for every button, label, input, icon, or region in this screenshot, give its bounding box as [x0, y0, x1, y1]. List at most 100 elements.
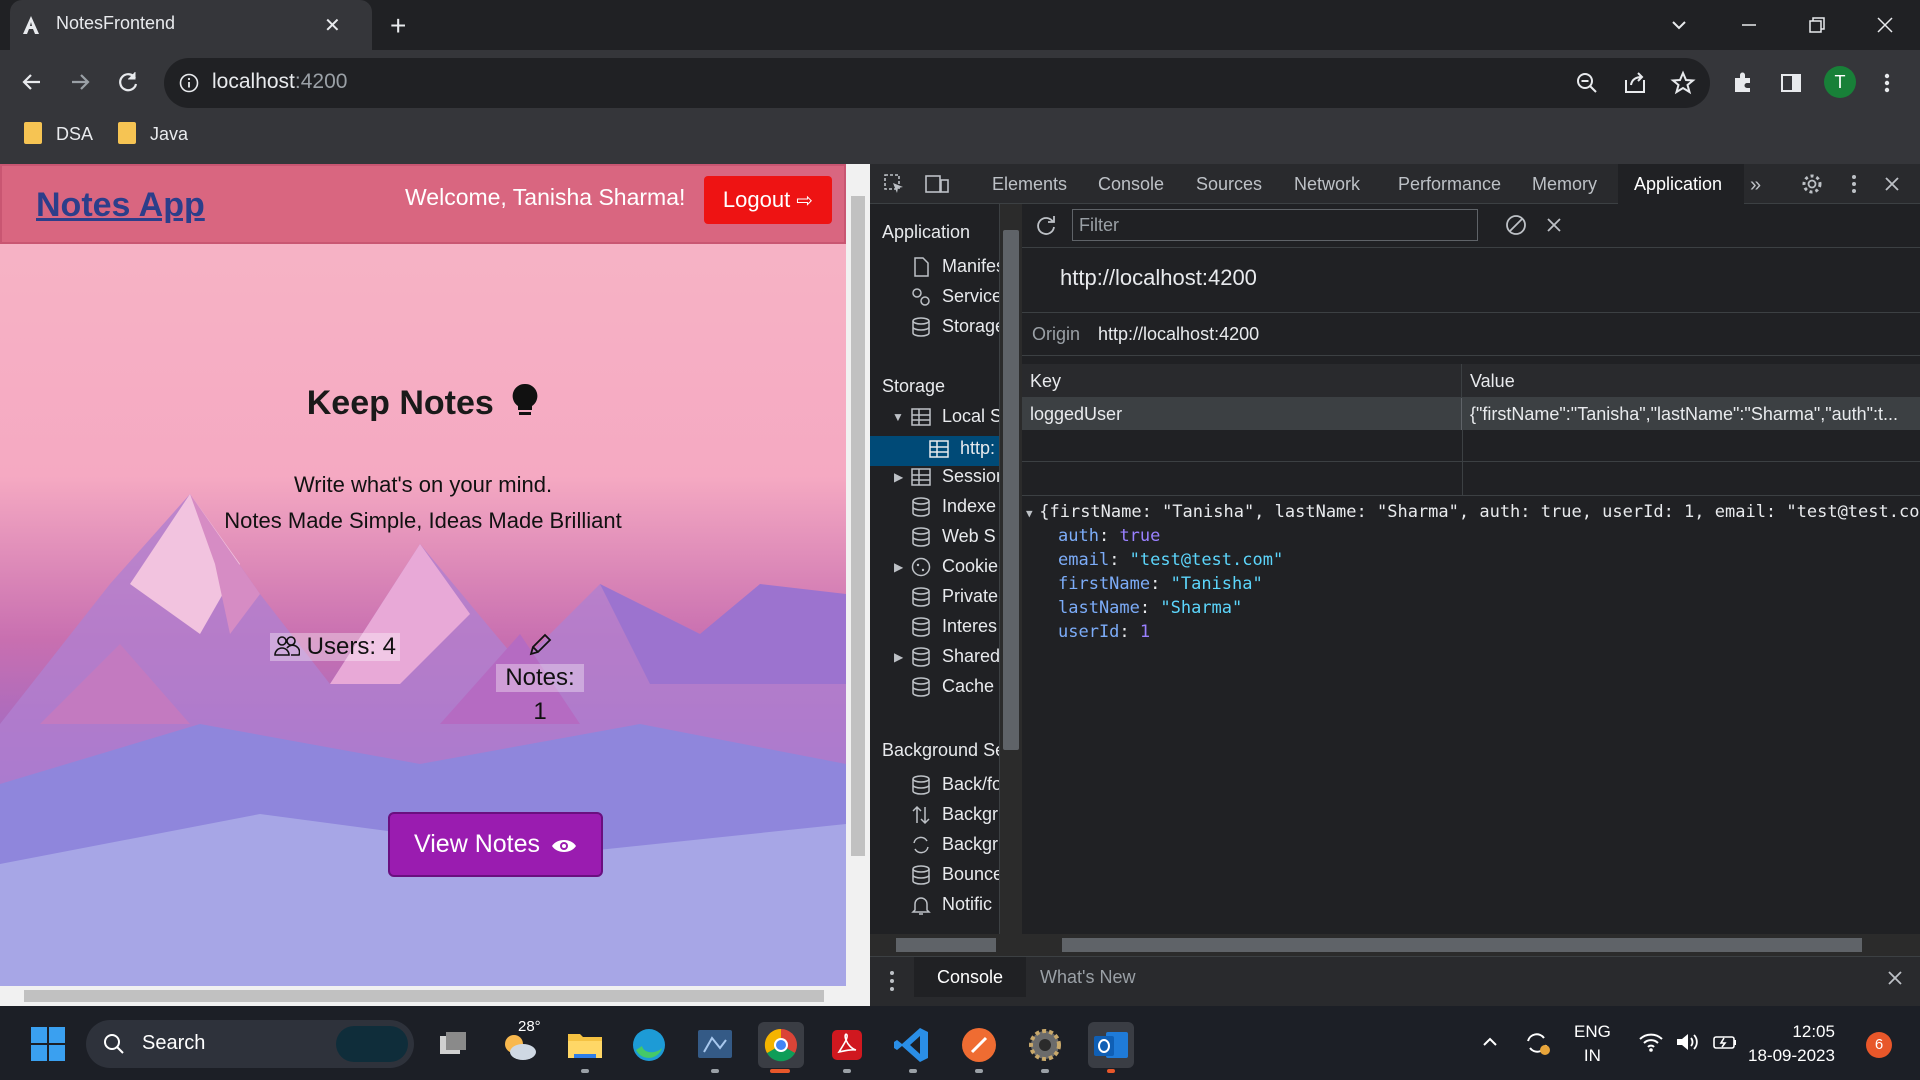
sidebar-item-shared-storage[interactable]: Shared — [942, 646, 999, 667]
expand-arrow-icon[interactable]: ▼ — [1026, 507, 1039, 520]
tab-performance[interactable]: Performance — [1398, 174, 1501, 195]
refresh-icon[interactable] — [1034, 213, 1058, 237]
forward-icon[interactable] — [66, 68, 94, 96]
sidebar-item-cache-storage[interactable]: Cache — [942, 676, 994, 697]
close-devtools-icon[interactable] — [1880, 172, 1904, 196]
filter-input[interactable]: Filter — [1072, 209, 1478, 241]
battery-icon[interactable] — [1712, 1030, 1738, 1054]
close-window-icon[interactable] — [1870, 10, 1900, 40]
address-bar[interactable] — [164, 58, 1710, 108]
tab-memory[interactable]: Memory — [1532, 174, 1597, 195]
bookmark-dsa[interactable]: DSA — [24, 122, 93, 145]
task-view-icon[interactable] — [430, 1022, 476, 1068]
sidebar-item-web-sql[interactable]: Web S — [942, 526, 996, 547]
extensions-icon[interactable] — [1730, 70, 1756, 96]
collapse-arrow-icon[interactable]: ▶ — [894, 560, 903, 574]
bookmark-star-icon[interactable] — [1670, 70, 1696, 96]
back-icon[interactable] — [18, 68, 46, 96]
table-row[interactable]: loggedUser {"firstName":"Tanisha","lastN… — [1022, 398, 1920, 430]
inspect-element-icon[interactable] — [882, 172, 906, 196]
profile-avatar[interactable]: T — [1824, 66, 1856, 98]
chrome-icon[interactable] — [758, 1022, 804, 1068]
collapse-arrow-icon[interactable]: ▶ — [894, 650, 903, 664]
sidebar-item-manifest[interactable]: Manifest — [942, 256, 999, 277]
page-vertical-scrollbar[interactable] — [846, 164, 870, 986]
sidebar-item-background-sync[interactable]: Backgr — [942, 834, 998, 855]
more-tabs-icon[interactable]: » — [1750, 174, 1761, 197]
edge-browser-icon[interactable] — [626, 1022, 672, 1068]
sidebar-item-session-storage[interactable]: Session — [942, 466, 999, 487]
devtools-horizontal-scrollbar[interactable] — [870, 934, 1920, 956]
sidebar-scrollbar-thumb[interactable] — [1003, 230, 1019, 750]
language-indicator[interactable]: ENG IN — [1574, 1020, 1611, 1068]
tab-network[interactable]: Network — [1294, 174, 1360, 195]
view-notes-button[interactable]: View Notes — [388, 812, 603, 877]
drawer-menu-icon[interactable] — [888, 969, 896, 993]
collapse-arrow-icon[interactable]: ▶ — [894, 470, 903, 484]
sidebar-item-back-forward-cache[interactable]: Back/fo — [942, 774, 999, 795]
site-info-icon[interactable] — [178, 72, 200, 94]
restore-icon[interactable] — [1802, 10, 1832, 40]
scrollbar-thumb[interactable] — [896, 938, 996, 952]
sidebar-item-storage[interactable]: Storage — [942, 316, 999, 337]
logout-button[interactable]: Logout ⇨ — [704, 176, 832, 224]
settings-gear-icon[interactable] — [1800, 172, 1824, 196]
scrollbar-thumb[interactable] — [24, 990, 824, 1002]
delete-selected-icon[interactable] — [1542, 213, 1566, 237]
wifi-icon[interactable] — [1638, 1030, 1664, 1054]
volume-icon[interactable] — [1674, 1030, 1700, 1054]
postman-icon[interactable] — [956, 1022, 1002, 1068]
drawer-tab-whats-new[interactable]: What's New — [1020, 957, 1135, 997]
sidebar-item-local-storage[interactable]: Local S — [942, 406, 999, 427]
page-horizontal-scrollbar[interactable] — [0, 986, 870, 1006]
tab-sources[interactable]: Sources — [1196, 174, 1262, 195]
windows-start-icon[interactable] — [30, 1026, 66, 1062]
chrome-menu-icon[interactable] — [1874, 70, 1900, 96]
sidebar-item-indexeddb[interactable]: Indexe — [942, 496, 996, 517]
reload-icon[interactable] — [114, 68, 142, 96]
new-tab-icon[interactable]: + — [390, 10, 406, 42]
tab-elements[interactable]: Elements — [992, 174, 1067, 195]
close-drawer-icon[interactable] — [1884, 967, 1906, 989]
device-toolbar-icon[interactable] — [924, 172, 950, 196]
bookmark-java[interactable]: Java — [118, 122, 188, 145]
settings-app-icon[interactable] — [1022, 1022, 1068, 1068]
scrollbar-thumb[interactable] — [1062, 938, 1862, 952]
clear-all-icon[interactable] — [1504, 213, 1528, 237]
sidebar-item-bounce-tracking[interactable]: Bounce — [942, 864, 999, 885]
sidebar-item-private-state-tokens[interactable]: Private — [942, 586, 998, 607]
zoom-icon[interactable] — [1574, 70, 1600, 96]
sidebar-item-interest-groups[interactable]: Interes — [942, 616, 997, 637]
taskbar-search-box[interactable]: Search — [86, 1020, 414, 1068]
drawer-tab-console[interactable]: Console — [914, 957, 1026, 997]
json-summary-line[interactable]: ▼ {firstName: "Tanisha", lastName: "Shar… — [1026, 502, 1920, 522]
sidebar-item-service-workers[interactable]: Service — [942, 286, 999, 307]
vscode-icon[interactable] — [890, 1022, 936, 1068]
brand-link[interactable]: Notes App — [36, 186, 205, 225]
column-header-key[interactable]: Key — [1022, 364, 1462, 398]
vm-app-icon[interactable] — [692, 1022, 738, 1068]
url-text[interactable]: localhost:4200 — [212, 70, 347, 94]
show-hidden-icons-icon[interactable] — [1480, 1032, 1500, 1052]
tab-application[interactable]: Application — [1634, 174, 1722, 195]
sync-status-icon[interactable] — [1522, 1030, 1552, 1056]
side-panel-icon[interactable] — [1778, 70, 1804, 96]
expand-arrow-icon[interactable]: ▼ — [892, 410, 904, 424]
tab-search-icon[interactable] — [1664, 10, 1694, 40]
column-header-value[interactable]: Value — [1462, 364, 1920, 398]
close-tab-icon[interactable]: ✕ — [324, 13, 341, 38]
minimize-icon[interactable] — [1734, 10, 1764, 40]
tab-console[interactable]: Console — [1098, 174, 1164, 195]
taskbar-clock[interactable]: 12:05 18-09-2023 — [1748, 1020, 1835, 1068]
sidebar-item-notifications[interactable]: Notific — [942, 894, 992, 915]
sidebar-item-cookies[interactable]: Cookie — [942, 556, 998, 577]
scrollbar-thumb[interactable] — [851, 196, 865, 856]
sidebar-item-local-origin[interactable]: http: — [960, 438, 995, 459]
file-explorer-icon[interactable] — [562, 1022, 608, 1068]
share-icon[interactable] — [1622, 70, 1648, 96]
notification-badge[interactable]: 6 — [1866, 1032, 1892, 1058]
acrobat-icon[interactable] — [824, 1022, 870, 1068]
devtools-menu-icon[interactable] — [1842, 172, 1866, 196]
outlook-icon[interactable] — [1088, 1022, 1134, 1068]
sidebar-item-background-fetch[interactable]: Backgr — [942, 804, 998, 825]
